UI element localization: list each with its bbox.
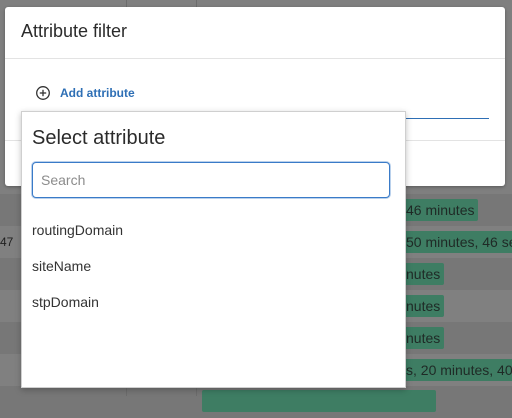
attribute-option-stpdomain[interactable]: stpDomain xyxy=(32,293,123,329)
duration-badge: nutes xyxy=(402,295,445,317)
duration-badge: 50 minutes, 46 sec xyxy=(402,231,512,253)
add-attribute-button[interactable]: Add attribute xyxy=(35,85,135,101)
duration-badge xyxy=(202,390,436,412)
select-attribute-popover: Select attribute routingDomain siteName … xyxy=(21,111,406,388)
popover-title: Select attribute xyxy=(32,127,166,149)
duration-badge: 46 minutes xyxy=(402,199,479,221)
attribute-search-input[interactable] xyxy=(32,162,390,198)
duration-badge: s, 20 minutes, 40 se xyxy=(402,359,512,381)
duration-badge: nutes xyxy=(402,263,445,285)
modal-header-divider xyxy=(5,58,505,59)
modal-title: Attribute filter xyxy=(21,21,128,41)
attribute-options-list: routingDomain siteName stpDomain xyxy=(32,221,123,329)
attribute-field-underline xyxy=(403,118,489,119)
add-attribute-label: Add attribute xyxy=(60,86,135,100)
attribute-option-sitename[interactable]: siteName xyxy=(32,257,123,293)
row-number: 47 xyxy=(0,235,14,249)
attribute-option-routingdomain[interactable]: routingDomain xyxy=(32,221,123,257)
duration-badge: nutes xyxy=(402,327,445,349)
plus-circle-icon xyxy=(35,85,51,101)
